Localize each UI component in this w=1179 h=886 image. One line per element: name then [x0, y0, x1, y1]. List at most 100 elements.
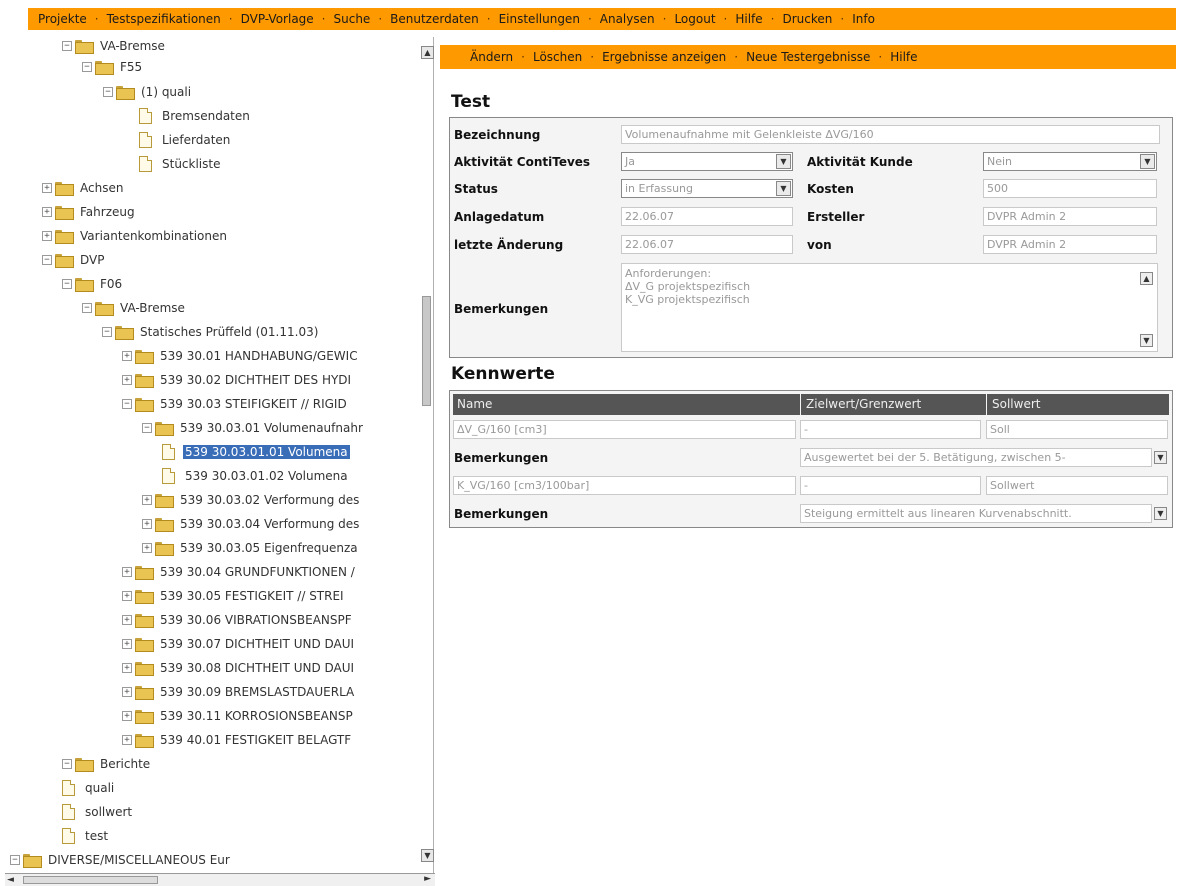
action-loschen[interactable]: Löschen — [529, 50, 586, 64]
tree-node[interactable]: + Achsen — [42, 177, 125, 199]
tree-node-label[interactable]: Variantenkombinationen — [78, 229, 229, 243]
tree-node-label[interactable]: 539 30.05 FESTIGKEIT // STREI — [158, 589, 346, 603]
tree-node[interactable]: +539 30.03.05 Eigenfrequenza — [142, 537, 360, 559]
tree-node[interactable]: quali — [62, 777, 116, 799]
action-neue-testergebnisse[interactable]: Neue Testergebnisse — [742, 50, 874, 64]
tree-node-label[interactable]: test — [83, 829, 110, 843]
scroll-down-button[interactable]: ▼ — [421, 849, 434, 862]
tree-node[interactable]: − F55 — [82, 56, 144, 78]
scroll-left-button[interactable]: ◄ — [7, 875, 14, 885]
dropdown-arrow-icon[interactable]: ▼ — [1140, 154, 1155, 169]
tree-node[interactable]: − VA-Bremse — [82, 297, 187, 319]
tree-node-label[interactable]: 539 30.01 HANDHABUNG/GEWIC — [158, 349, 360, 363]
tree-node[interactable]: +539 40.01 FESTIGKEIT BELAGTF — [122, 729, 353, 751]
expand-icon[interactable]: + — [142, 495, 152, 505]
tree-node-label[interactable]: sollwert — [83, 805, 134, 819]
tree-node-label[interactable]: DVP — [78, 253, 106, 267]
tree-node-label[interactable]: 539 30.03.01 Volumenaufnahr — [178, 421, 365, 435]
menu-item-benutzerdaten[interactable]: Benutzerdaten — [386, 12, 483, 26]
expand-icon[interactable]: + — [122, 351, 132, 361]
expand-icon[interactable]: + — [122, 591, 132, 601]
expand-icon[interactable]: + — [142, 543, 152, 553]
collapse-icon[interactable]: − — [62, 759, 72, 769]
tree-node-label[interactable]: Achsen — [78, 181, 125, 195]
tree-node[interactable]: − VA-Bremse — [62, 37, 167, 57]
kennwert-remarks-field[interactable]: Steigung ermittelt aus linearen Kurvenab… — [800, 504, 1152, 523]
tree-node-label[interactable]: 539 30.02 DICHTHEIT DES HYDI — [158, 373, 353, 387]
tree-horizontal-scrollbar[interactable]: ◄ ► — [5, 873, 435, 886]
tree-node-label[interactable]: 539 30.03.04 Verformung des — [178, 517, 361, 531]
tree-node-label[interactable]: Lieferdaten — [160, 133, 232, 147]
expand-icon[interactable]: + — [42, 183, 52, 193]
menu-item-dvp-vorlage[interactable]: DVP-Vorlage — [237, 12, 318, 26]
kennwert-zielwert-field[interactable]: - — [800, 420, 981, 439]
tree-node-label[interactable]: 539 30.04 GRUNDFUNKTIONEN / — [158, 565, 357, 579]
remarks-scroll-button[interactable]: ▼ — [1154, 451, 1167, 464]
remarks-scroll-button[interactable]: ▼ — [1154, 507, 1167, 520]
tree-node-label[interactable]: Statisches Prüffeld (01.11.03) — [138, 325, 320, 339]
tree-node-label[interactable]: DIVERSE/MISCELLANEOUS Eur — [46, 853, 232, 867]
kosten-field[interactable]: 500 — [983, 179, 1157, 198]
tree-node[interactable]: +539 30.07 DICHTHEIT UND DAUI — [122, 633, 356, 655]
tree-node[interactable]: +539 30.02 DICHTHEIT DES HYDI — [122, 369, 353, 391]
aktivitaet-kunde-select[interactable]: Nein ▼ — [983, 152, 1157, 171]
tree-node-label[interactable]: 539 30.08 DICHTHEIT UND DAUI — [158, 661, 356, 675]
menu-item-projekte[interactable]: Projekte — [34, 12, 91, 26]
tree-node-label[interactable]: Stückliste — [160, 157, 222, 171]
menu-item-testspezifikationen[interactable]: Testspezifikationen — [103, 12, 225, 26]
tree-node-label[interactable]: Fahrzeug — [78, 205, 137, 219]
tree-node[interactable]: − Berichte — [62, 753, 152, 775]
tree-node[interactable]: test — [62, 825, 110, 847]
tree-vertical-scrollbar[interactable]: ▲ ▼ — [421, 46, 434, 862]
tree-node-label[interactable]: F55 — [118, 60, 144, 74]
expand-icon[interactable]: + — [122, 687, 132, 697]
action-hilfe[interactable]: Hilfe — [886, 50, 921, 64]
tree-node[interactable]: − Statisches Prüffeld (01.11.03) — [102, 321, 320, 343]
tree-node[interactable]: − DVP — [42, 249, 106, 271]
tree-node-label[interactable]: Bremsendaten — [160, 109, 252, 123]
tree-node-label[interactable]: 539 30.03.05 Eigenfrequenza — [178, 541, 360, 555]
expand-icon[interactable]: + — [122, 615, 132, 625]
collapse-icon[interactable]: − — [82, 62, 92, 72]
collapse-icon[interactable]: − — [102, 327, 112, 337]
bezeichnung-field[interactable]: Volumenaufnahme mit Gelenkleiste ΔVG/160 — [621, 125, 1160, 144]
expand-icon[interactable]: + — [142, 519, 152, 529]
tree-node[interactable]: 539 30.03.01.02 Volumena — [162, 465, 350, 487]
tree-node-label[interactable]: 539 30.06 VIBRATIONSBEANSPF — [158, 613, 354, 627]
status-select[interactable]: in Erfassung ▼ — [621, 179, 793, 198]
collapse-icon[interactable]: − — [103, 87, 113, 97]
menu-item-einstellungen[interactable]: Einstellungen — [495, 12, 584, 26]
textarea-scroll-up-button[interactable]: ▲ — [1140, 272, 1153, 285]
expand-icon[interactable]: + — [122, 375, 132, 385]
tree-node-label[interactable]: VA-Bremse — [118, 301, 187, 315]
kennwert-remarks-field[interactable]: Ausgewertet bei der 5. Betätigung, zwisc… — [800, 448, 1152, 467]
kennwert-name-field[interactable]: ΔV_G/160 [cm3] — [453, 420, 796, 439]
aktivitaet-conti-select[interactable]: Ja ▼ — [621, 152, 793, 171]
tree-node-label[interactable]: quali — [83, 781, 116, 795]
scroll-thumb[interactable] — [422, 296, 431, 406]
kennwert-name-field[interactable]: K_VG/160 [cm3/100bar] — [453, 476, 796, 495]
tree-node[interactable]: Bremsendaten — [139, 105, 252, 127]
textarea-scroll-down-button[interactable]: ▼ — [1140, 334, 1153, 347]
expand-icon[interactable]: + — [122, 663, 132, 673]
tree-node-label[interactable]: 539 40.01 FESTIGKEIT BELAGTF — [158, 733, 353, 747]
expand-icon[interactable]: + — [122, 567, 132, 577]
tree-node[interactable]: − F06 — [62, 273, 124, 295]
menu-item-hilfe[interactable]: Hilfe — [731, 12, 766, 26]
tree-node[interactable]: − 539 30.03.01 Volumenaufnahr — [142, 417, 365, 439]
scroll-right-button[interactable]: ► — [424, 874, 431, 884]
menu-item-suche[interactable]: Suche — [330, 12, 375, 26]
collapse-icon[interactable]: − — [42, 255, 52, 265]
tree-node-label[interactable]: 539 30.03.02 Verformung des — [178, 493, 361, 507]
tree-node-label[interactable]: 539 30.11 KORROSIONSBEANSP — [158, 709, 355, 723]
tree-node-label[interactable]: 539 30.03.01.02 Volumena — [183, 469, 350, 483]
tree-node[interactable]: 539 30.03.01.01 Volumena — [162, 441, 350, 463]
tree-node[interactable]: +539 30.03.02 Verformung des — [142, 489, 361, 511]
tree-node[interactable]: +539 30.01 HANDHABUNG/GEWIC — [122, 345, 360, 367]
dropdown-arrow-icon[interactable]: ▼ — [776, 154, 791, 169]
kennwert-zielwert-field[interactable]: - — [800, 476, 981, 495]
tree-node-label[interactable]: VA-Bremse — [98, 39, 167, 53]
tree-node[interactable]: +539 30.05 FESTIGKEIT // STREI — [122, 585, 346, 607]
action-ergebnisse-anzeigen[interactable]: Ergebnisse anzeigen — [598, 50, 730, 64]
kennwert-sollwert-field[interactable]: Soll — [986, 420, 1168, 439]
